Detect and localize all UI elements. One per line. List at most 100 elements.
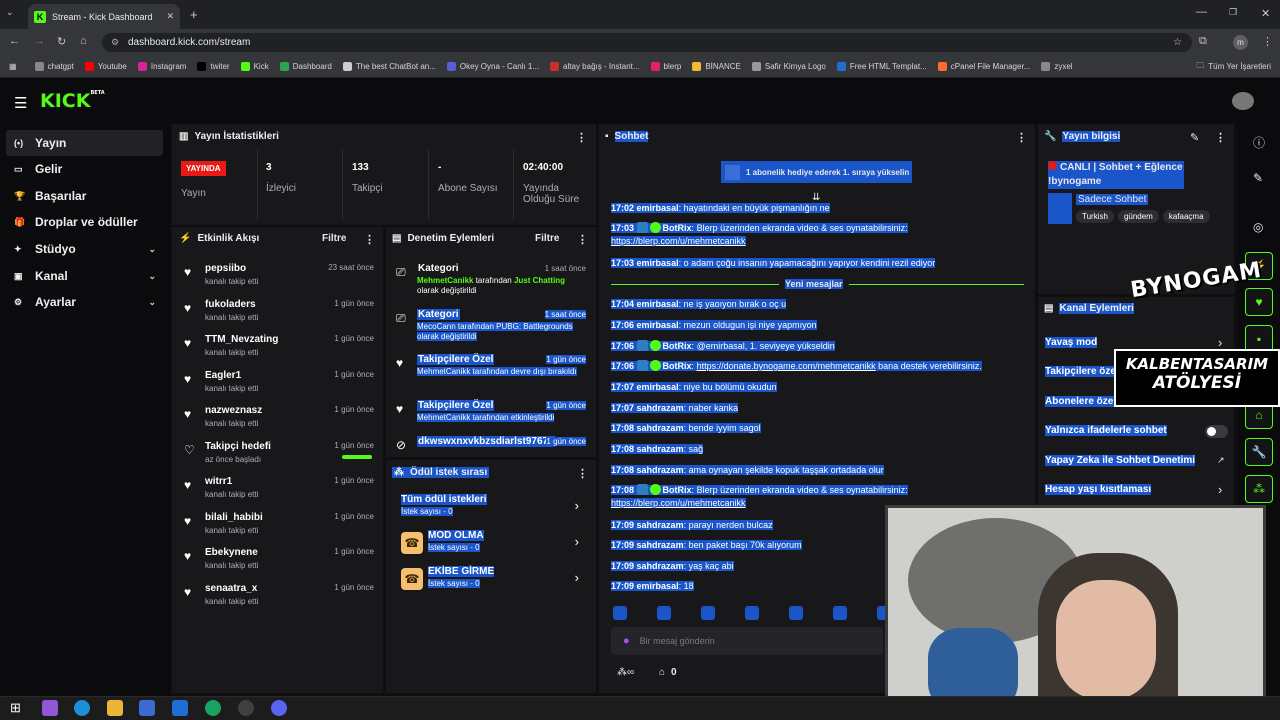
- chat-link[interactable]: https://blerp.com/u/mehmetcanikk: [611, 236, 746, 246]
- chat-username[interactable]: emirbasal: [637, 203, 679, 213]
- channel-action-item[interactable]: Yavaş mod: [1045, 337, 1098, 348]
- stream-info-menu-icon[interactable]: ⋮: [1215, 131, 1226, 144]
- channel-action-item[interactable]: Yalnızca ifadelerle sohbet: [1045, 425, 1167, 436]
- window-close-button[interactable]: ✕: [1261, 7, 1270, 20]
- bookmark-item[interactable]: The best ChatBot an...: [342, 62, 436, 71]
- bookmark-item[interactable]: altay bağış - Instant...: [550, 62, 640, 71]
- chat-username[interactable]: sahdrazam: [637, 423, 684, 433]
- kick-logo[interactable]: KICKBETA: [40, 90, 105, 112]
- channel-action-item[interactable]: Yapay Zeka ile Sohbet Denetimi: [1045, 455, 1196, 466]
- moderation-menu-icon[interactable]: ⋮: [577, 233, 588, 246]
- bookmark-item[interactable]: twiter: [197, 62, 230, 71]
- quick-action-wrench-button[interactable]: 🔧: [1245, 438, 1273, 466]
- taskbar-app-icon[interactable]: [271, 700, 287, 716]
- chat-username[interactable]: sahdrazam: [637, 444, 684, 454]
- apps-grid-icon[interactable]: ▦: [9, 62, 17, 71]
- emote-only-toggle[interactable]: [1205, 425, 1228, 438]
- emote-icon[interactable]: [833, 606, 847, 620]
- emote-icon[interactable]: [613, 606, 627, 620]
- address-bar[interactable]: ⚙ dashboard.kick.com/stream ☆: [102, 33, 1192, 52]
- emote-icon[interactable]: [657, 606, 671, 620]
- chat-username[interactable]: emirbasal: [637, 382, 679, 392]
- bookmark-item[interactable]: Kick: [240, 62, 269, 71]
- channel-action-item[interactable]: Takipçilere özel: [1045, 366, 1119, 377]
- chat-points[interactable]: ⌂ 0: [659, 667, 677, 678]
- chat-menu-icon[interactable]: ⋮: [1016, 131, 1027, 144]
- chat-username[interactable]: sahdrazam: [637, 465, 684, 475]
- bookmark-star-icon[interactable]: ☆: [1173, 37, 1182, 48]
- bookmark-item[interactable]: Free HTML Templat...: [836, 62, 927, 71]
- moderation-filter-button[interactable]: Filtre: [535, 233, 559, 244]
- tab-close-icon[interactable]: ✕: [166, 11, 174, 22]
- reward-menu-icon[interactable]: ⋮: [577, 467, 588, 480]
- taskbar-copilot-icon[interactable]: [42, 700, 58, 716]
- bookmark-item[interactable]: Dashboard: [279, 62, 332, 71]
- sidebar-item-yayn[interactable]: (•) Yayın: [6, 130, 163, 156]
- pinned-gift-banner[interactable]: 1 abonelik hediye ederek 1. sıraya yükse…: [721, 161, 912, 183]
- chat-input[interactable]: ● Bir mesaj gönderin: [611, 627, 883, 655]
- emote-icon[interactable]: [745, 606, 759, 620]
- taskbar-obs-icon[interactable]: [238, 700, 254, 716]
- site-info-icon[interactable]: ⚙: [111, 37, 119, 48]
- sidebar-item-gelir[interactable]: ▭ Gelir: [6, 156, 163, 182]
- edit-stream-info-icon[interactable]: ✎: [1190, 131, 1199, 144]
- stats-menu-icon[interactable]: ⋮: [576, 131, 587, 144]
- stream-tag[interactable]: kafaaçma: [1162, 210, 1210, 223]
- reward-item[interactable]: ☎ MOD OLMA İstek sayısı - 0 ›: [401, 530, 581, 558]
- bookmark-item[interactable]: chatgpt: [34, 62, 74, 71]
- quick-action-heart-button[interactable]: ♥: [1245, 288, 1273, 316]
- taskbar-outlook-icon[interactable]: [172, 700, 188, 716]
- chat-link[interactable]: https://donate.bynogame.com/mehmetcanikk: [697, 361, 876, 371]
- chat-username[interactable]: sahdrazam: [637, 561, 684, 571]
- stream-tag[interactable]: Turkish: [1076, 210, 1114, 223]
- bookmark-item[interactable]: Instagram: [137, 62, 186, 71]
- browser-tab[interactable]: K Stream - Kick Dashboard ✕: [28, 4, 180, 29]
- user-avatar[interactable]: [1232, 92, 1254, 110]
- home-icon[interactable]: ⌂: [80, 35, 87, 47]
- stream-category[interactable]: Sadece Sohbet: [1076, 194, 1149, 205]
- bookmark-item[interactable]: Okey Oyna - Canlı 1...: [446, 62, 539, 71]
- bookmark-item[interactable]: cPanel File Manager...: [937, 62, 1030, 71]
- chat-username[interactable]: BotRix: [663, 223, 692, 233]
- screenshot-icon[interactable]: ◎: [1253, 220, 1263, 234]
- taskbar-edge-icon[interactable]: [74, 700, 90, 716]
- forward-icon[interactable]: →: [34, 35, 45, 47]
- pencil-icon[interactable]: ✎: [1253, 171, 1263, 185]
- back-icon[interactable]: ←: [9, 35, 20, 47]
- reward-item[interactable]: ☎ EKİBE GİRME İstek sayısı - 0 ›: [401, 566, 581, 594]
- hamburger-menu-icon[interactable]: ☰: [14, 94, 27, 112]
- taskbar-store-icon[interactable]: [139, 700, 155, 716]
- sidebar-item-ayarlar[interactable]: ⚙ Ayarlar ⌄: [6, 289, 163, 315]
- window-minimize-button[interactable]: —: [1196, 6, 1207, 18]
- sidebar-item-kanal[interactable]: ▣ Kanal ⌄: [6, 263, 163, 289]
- profile-avatar[interactable]: m: [1233, 35, 1248, 50]
- extensions-icon[interactable]: ⧉: [1199, 35, 1207, 48]
- chat-username[interactable]: emirbasal: [637, 320, 679, 330]
- all-bookmarks[interactable]: 🗀 Tüm Yer İşaretleri: [1196, 60, 1271, 74]
- chat-username[interactable]: BotRix: [663, 341, 692, 351]
- emote-icon[interactable]: [789, 606, 803, 620]
- start-icon[interactable]: ⊞: [10, 700, 21, 716]
- bookmark-item[interactable]: zyxel: [1041, 62, 1073, 71]
- tab-list-button[interactable]: ⌄: [6, 7, 14, 18]
- taskbar-explorer-icon[interactable]: [107, 700, 123, 716]
- new-tab-button[interactable]: +: [190, 7, 198, 22]
- activity-filter-button[interactable]: Filtre: [322, 233, 346, 244]
- stream-tag[interactable]: gündem: [1117, 210, 1159, 223]
- bookmark-item[interactable]: Youtube: [84, 62, 127, 71]
- chat-username[interactable]: emirbasal: [637, 258, 679, 268]
- chat-username[interactable]: emirbasal: [637, 581, 679, 591]
- bookmark-item[interactable]: Safir Kimya Logo: [751, 62, 826, 71]
- chat-username[interactable]: BotRix: [663, 485, 692, 495]
- chat-username[interactable]: sahdrazam: [637, 520, 684, 530]
- sidebar-item-baarlar[interactable]: 🏆 Başarılar: [6, 183, 163, 209]
- chat-username[interactable]: emirbasal: [637, 299, 679, 309]
- sidebar-item-stdyo[interactable]: ✦ Stüdyo ⌄: [6, 236, 163, 262]
- chat-username[interactable]: sahdrazam: [637, 403, 684, 413]
- channel-action-item[interactable]: Abonelere özel: [1045, 396, 1117, 407]
- info-icon[interactable]: ⓘ: [1253, 134, 1265, 151]
- bookmark-item[interactable]: blerp: [650, 62, 681, 71]
- channel-action-item[interactable]: Hesap yaşı kısıtlaması: [1045, 484, 1152, 495]
- emote-icon[interactable]: [701, 606, 715, 620]
- chat-username[interactable]: BotRix: [663, 361, 692, 371]
